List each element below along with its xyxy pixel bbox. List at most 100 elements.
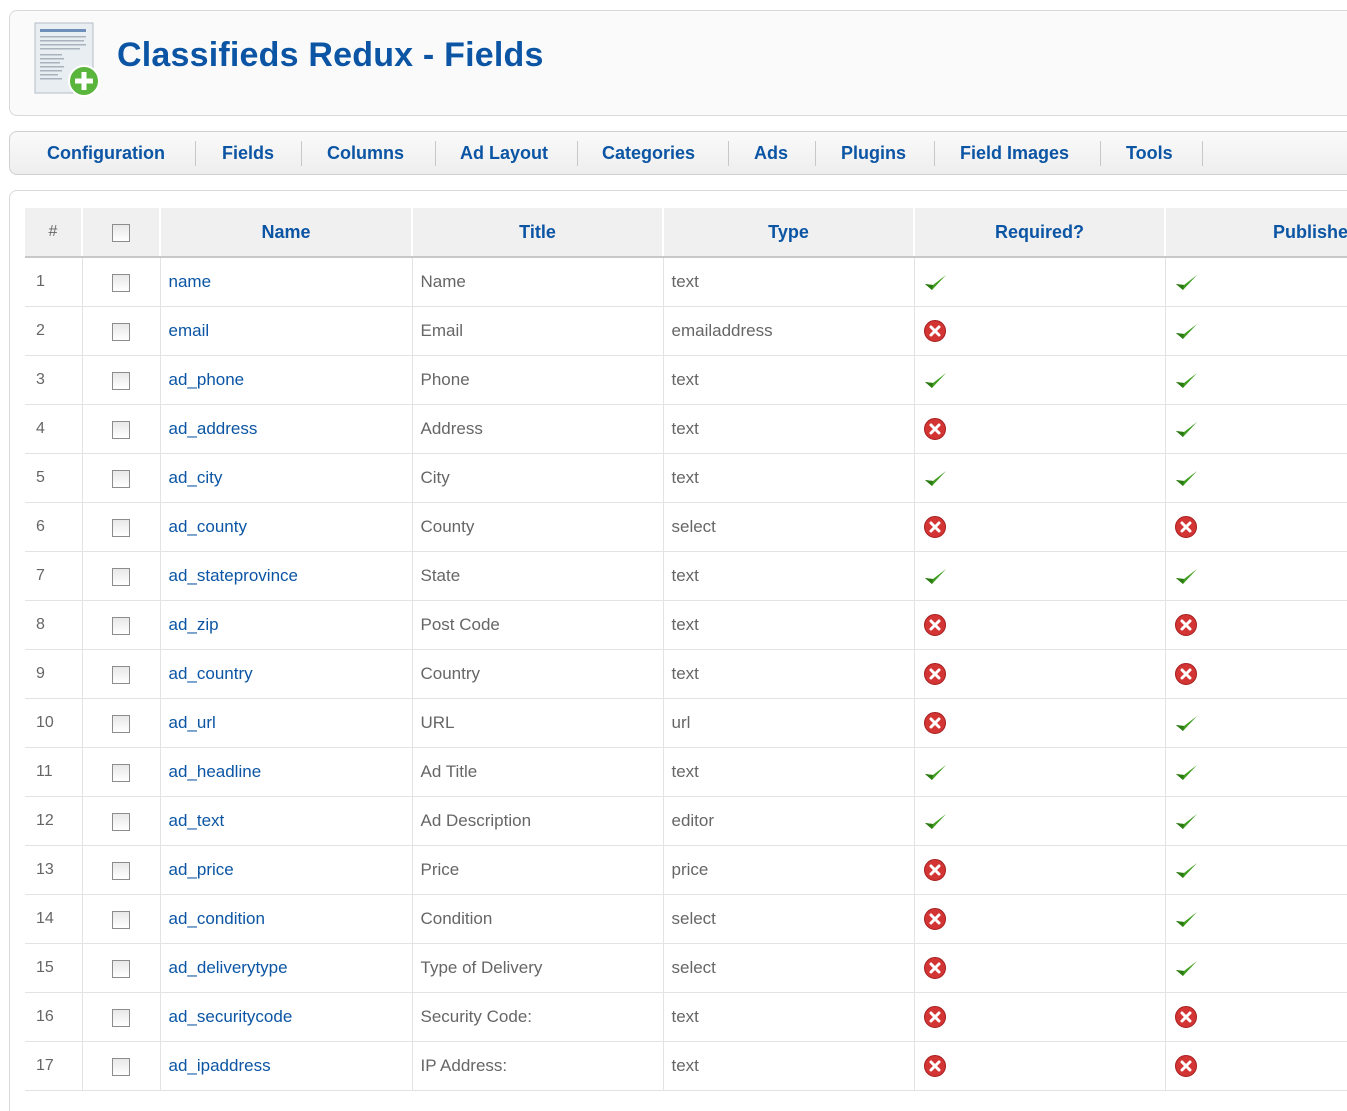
menu-item-ad-layout[interactable]: Ad Layout [460, 143, 548, 164]
row-checkbox[interactable] [112, 812, 130, 831]
required-toggle[interactable] [914, 747, 1166, 797]
required-toggle[interactable] [914, 1041, 1166, 1091]
row-checkbox[interactable] [112, 371, 130, 390]
required-toggle[interactable] [914, 453, 1166, 503]
row-checkbox[interactable] [112, 273, 130, 292]
red-x-circle-icon[interactable] [1174, 663, 1198, 685]
published-toggle[interactable] [1165, 992, 1347, 1042]
required-toggle[interactable] [914, 894, 1166, 944]
red-x-circle-icon[interactable] [923, 663, 947, 685]
red-x-circle-icon[interactable] [923, 957, 947, 979]
field-name-link[interactable]: ad_phone [169, 370, 245, 389]
published-toggle[interactable] [1165, 355, 1347, 405]
published-toggle[interactable] [1165, 502, 1347, 552]
menu-item-plugins[interactable]: Plugins [841, 143, 906, 164]
field-name-link[interactable]: ad_condition [169, 909, 265, 928]
green-checkmark-icon[interactable] [923, 369, 947, 388]
column-header-name[interactable]: Name [160, 208, 413, 258]
red-x-circle-icon[interactable] [923, 712, 947, 734]
red-x-circle-icon[interactable] [923, 614, 947, 636]
row-checkbox[interactable] [112, 616, 130, 635]
green-checkmark-icon[interactable] [1174, 761, 1198, 780]
green-checkmark-icon[interactable] [1174, 859, 1198, 878]
required-toggle[interactable] [914, 845, 1166, 895]
published-toggle[interactable] [1165, 698, 1347, 748]
menu-item-tools[interactable]: Tools [1126, 143, 1173, 164]
published-toggle[interactable] [1165, 649, 1347, 699]
published-toggle[interactable] [1165, 845, 1347, 895]
row-checkbox[interactable] [112, 518, 130, 537]
red-x-circle-icon[interactable] [1174, 516, 1198, 538]
row-checkbox[interactable] [112, 469, 130, 488]
published-toggle[interactable] [1165, 747, 1347, 797]
required-toggle[interactable] [914, 796, 1166, 846]
row-checkbox[interactable] [112, 322, 130, 341]
menu-item-ads[interactable]: Ads [754, 143, 788, 164]
green-checkmark-icon[interactable] [1174, 565, 1198, 584]
row-checkbox[interactable] [112, 763, 130, 782]
green-checkmark-icon[interactable] [1174, 320, 1198, 339]
published-toggle[interactable] [1165, 551, 1347, 601]
green-checkmark-icon[interactable] [1174, 467, 1198, 486]
row-checkbox[interactable] [112, 420, 130, 439]
required-toggle[interactable] [914, 257, 1166, 307]
field-name-link[interactable]: ad_country [169, 664, 253, 683]
field-name-link[interactable]: ad_deliverytype [169, 958, 288, 977]
required-toggle[interactable] [914, 502, 1166, 552]
required-toggle[interactable] [914, 404, 1166, 454]
green-checkmark-icon[interactable] [923, 271, 947, 290]
required-toggle[interactable] [914, 698, 1166, 748]
published-toggle[interactable] [1165, 943, 1347, 993]
field-name-link[interactable]: ad_headline [169, 762, 262, 781]
published-toggle[interactable] [1165, 796, 1347, 846]
row-checkbox[interactable] [112, 1008, 130, 1027]
required-toggle[interactable] [914, 355, 1166, 405]
green-checkmark-icon[interactable] [1174, 369, 1198, 388]
required-toggle[interactable] [914, 551, 1166, 601]
published-toggle[interactable] [1165, 453, 1347, 503]
published-toggle[interactable] [1165, 1041, 1347, 1091]
required-toggle[interactable] [914, 649, 1166, 699]
column-header-title[interactable]: Title [412, 208, 664, 258]
green-checkmark-icon[interactable] [923, 810, 947, 829]
published-toggle[interactable] [1165, 306, 1347, 356]
column-header-required[interactable]: Required? [914, 208, 1166, 258]
red-x-circle-icon[interactable] [923, 320, 947, 342]
required-toggle[interactable] [914, 600, 1166, 650]
green-checkmark-icon[interactable] [923, 565, 947, 584]
column-header-published[interactable]: Published [1165, 208, 1347, 258]
green-checkmark-icon[interactable] [1174, 418, 1198, 437]
row-checkbox[interactable] [112, 861, 130, 880]
row-checkbox[interactable] [112, 910, 130, 929]
field-name-link[interactable]: ad_stateprovince [169, 566, 298, 585]
red-x-circle-icon[interactable] [1174, 1055, 1198, 1077]
required-toggle[interactable] [914, 992, 1166, 1042]
menu-item-field-images[interactable]: Field Images [960, 143, 1069, 164]
row-checkbox[interactable] [112, 959, 130, 978]
published-toggle[interactable] [1165, 600, 1347, 650]
column-header-type[interactable]: Type [663, 208, 915, 258]
field-name-link[interactable]: ad_securitycode [169, 1007, 293, 1026]
green-checkmark-icon[interactable] [923, 467, 947, 486]
field-name-link[interactable]: email [169, 321, 210, 340]
field-name-link[interactable]: ad_price [169, 860, 234, 879]
field-name-link[interactable]: ad_zip [169, 615, 219, 634]
green-checkmark-icon[interactable] [1174, 810, 1198, 829]
field-name-link[interactable]: ad_text [169, 811, 225, 830]
field-name-link[interactable]: ad_city [169, 468, 223, 487]
row-checkbox[interactable] [112, 665, 130, 684]
published-toggle[interactable] [1165, 894, 1347, 944]
green-checkmark-icon[interactable] [1174, 908, 1198, 927]
field-name-link[interactable]: ad_ipaddress [169, 1056, 271, 1075]
required-toggle[interactable] [914, 306, 1166, 356]
menu-item-categories[interactable]: Categories [602, 143, 695, 164]
red-x-circle-icon[interactable] [923, 1006, 947, 1028]
red-x-circle-icon[interactable] [923, 418, 947, 440]
red-x-circle-icon[interactable] [1174, 614, 1198, 636]
field-name-link[interactable]: ad_url [169, 713, 216, 732]
required-toggle[interactable] [914, 943, 1166, 993]
menu-item-columns[interactable]: Columns [327, 143, 404, 164]
red-x-circle-icon[interactable] [923, 859, 947, 881]
red-x-circle-icon[interactable] [923, 1055, 947, 1077]
green-checkmark-icon[interactable] [1174, 957, 1198, 976]
